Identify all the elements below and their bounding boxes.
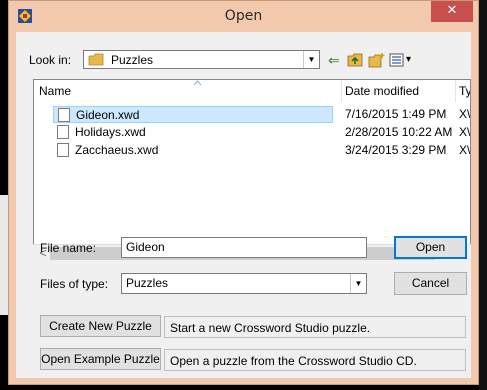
file-date-text: 7/16/2015 1:49 PM bbox=[345, 107, 447, 121]
file-type-text: X\ bbox=[459, 107, 471, 121]
file-name-cell: Gideon.xwd bbox=[53, 106, 333, 123]
file-date-text: 3/24/2015 3:29 PM bbox=[345, 143, 447, 157]
file-type-text: X\ bbox=[459, 125, 471, 139]
dialog-client-area: Look in: Puzzles ▼ ⇐ ▾ Name Date modifie… bbox=[16, 32, 471, 378]
file-name-label: File name: bbox=[40, 241, 97, 255]
up-one-level-icon[interactable] bbox=[347, 52, 363, 68]
file-row-zacchaeus[interactable]: Zacchaeus.xwd 3/24/2015 3:29 PM X\ bbox=[34, 142, 471, 159]
cancel-button[interactable]: Cancel bbox=[394, 272, 467, 295]
look-in-dropdown[interactable]: Puzzles ▼ bbox=[83, 50, 320, 69]
title-bar[interactable]: Open ✕ bbox=[9, 1, 478, 32]
files-of-type-value: Puzzles bbox=[126, 276, 169, 290]
view-dropdown-arrow-icon[interactable]: ▾ bbox=[406, 52, 414, 68]
open-example-puzzle-button[interactable]: Open Example Puzzle bbox=[40, 348, 161, 370]
files-of-type-label: Files of type: bbox=[40, 277, 109, 291]
column-separator[interactable] bbox=[341, 80, 342, 102]
sort-ascending-icon bbox=[193, 80, 202, 86]
look-in-label: Look in: bbox=[29, 53, 72, 67]
close-button[interactable]: ✕ bbox=[431, 1, 473, 22]
column-header-name[interactable]: Name bbox=[39, 80, 71, 102]
look-in-value: Puzzles bbox=[111, 53, 154, 67]
file-name-input[interactable]: Gideon bbox=[121, 237, 367, 258]
file-row-holidays[interactable]: Holidays.xwd 2/28/2015 10:22 AM X\ bbox=[34, 124, 471, 141]
column-separator[interactable] bbox=[455, 80, 456, 102]
file-name-cell: Holidays.xwd bbox=[53, 124, 333, 141]
file-name-cell: Zacchaeus.xwd bbox=[53, 142, 333, 159]
file-icon bbox=[58, 108, 70, 122]
create-new-puzzle-button[interactable]: Create New Puzzle bbox=[40, 315, 161, 337]
window-title: Open bbox=[224, 8, 263, 24]
open-example-description: Open a puzzle from the Crossword Studio … bbox=[164, 349, 466, 371]
background-window-fragment bbox=[0, 195, 8, 315]
column-header-date-modified[interactable]: Date modified bbox=[345, 80, 419, 102]
background-window-fragment bbox=[479, 0, 487, 390]
file-name-text: Holidays.xwd bbox=[75, 125, 146, 139]
files-of-type-dropdown[interactable]: Puzzles ▼ bbox=[121, 273, 367, 294]
back-arrow-icon[interactable]: ⇐ bbox=[328, 52, 342, 68]
chevron-down-icon[interactable]: ▼ bbox=[350, 274, 366, 293]
create-new-description: Start a new Crossword Studio puzzle. bbox=[164, 316, 466, 338]
file-date-text: 2/28/2015 10:22 AM bbox=[345, 125, 453, 139]
file-icon bbox=[57, 125, 69, 139]
chevron-down-icon[interactable]: ▼ bbox=[303, 51, 319, 68]
file-list[interactable]: Name Date modified Ty Gideon.xwd 7/16/20… bbox=[33, 79, 471, 249]
open-dialog: Open ✕ Look in: Puzzles ▼ ⇐ ▾ Name Date … bbox=[8, 0, 479, 385]
open-button[interactable]: Open bbox=[394, 236, 467, 259]
folder-icon bbox=[88, 53, 104, 66]
file-icon bbox=[57, 143, 69, 157]
file-name-text: Zacchaeus.xwd bbox=[75, 143, 159, 157]
file-type-text: X\ bbox=[459, 143, 471, 157]
file-row-gideon[interactable]: Gideon.xwd 7/16/2015 1:49 PM X\ bbox=[34, 106, 471, 123]
column-header-type[interactable]: Ty bbox=[459, 80, 470, 102]
new-folder-icon[interactable] bbox=[368, 52, 386, 68]
file-name-text: Gideon.xwd bbox=[76, 108, 140, 122]
view-menu-icon[interactable] bbox=[389, 52, 405, 68]
